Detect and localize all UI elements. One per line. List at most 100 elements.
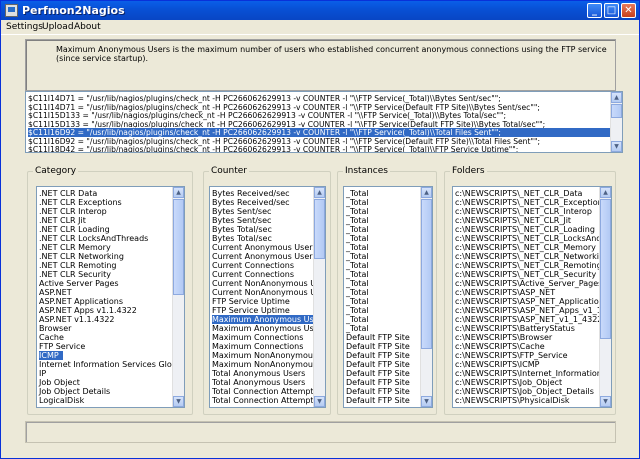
instances-list[interactable]: _Total _Total _Total _Total _Total _Total _Tot… bbox=[343, 186, 433, 408]
instances-list-item[interactable]: _Total bbox=[346, 261, 369, 270]
folders-list-item[interactable]: c:\NEWSCRIPTS\_NET_CLR_Interop bbox=[455, 207, 592, 216]
counter-list-item[interactable]: Maximum Connections bbox=[212, 333, 303, 342]
counter-list-item[interactable]: Bytes Sent/sec bbox=[212, 216, 271, 225]
category-list-item[interactable]: LogicalDisk bbox=[39, 396, 84, 405]
counter-list-item[interactable]: Bytes Total/sec bbox=[212, 225, 272, 234]
category-list-item[interactable]: ASP.NET bbox=[39, 288, 72, 297]
scroll-down-arrow-icon[interactable]: ▼ bbox=[611, 141, 622, 152]
list-scrollbar[interactable]: ▲ ▼ bbox=[172, 187, 184, 407]
scroll-down-arrow-icon[interactable]: ▼ bbox=[173, 396, 184, 407]
folders-list-item[interactable]: c:\NEWSCRIPTS\Active_Server_Pages bbox=[455, 279, 602, 288]
counter-list-item[interactable]: Total Anonymous Users bbox=[212, 378, 305, 387]
category-list[interactable]: .NET CLR Data .NET CLR Exceptions .NET CLR… bbox=[36, 186, 185, 408]
menu-upload[interactable]: Upload bbox=[42, 22, 74, 32]
instances-list-item[interactable]: _Total bbox=[346, 270, 369, 279]
scroll-up-arrow-icon[interactable]: ▲ bbox=[173, 187, 184, 198]
category-list-item[interactable]: .NET CLR Security bbox=[39, 270, 111, 279]
instances-list-item[interactable]: _Total bbox=[346, 297, 369, 306]
counter-list-item[interactable]: Bytes Received/sec bbox=[212, 189, 290, 198]
category-list-item[interactable]: Internet Information Services Global bbox=[39, 360, 184, 369]
menu-about[interactable]: About bbox=[74, 22, 101, 32]
instances-list-item[interactable]: _Total bbox=[346, 324, 369, 333]
scroll-down-arrow-icon[interactable]: ▼ bbox=[421, 396, 432, 407]
title-bar[interactable]: Perfmon2Nagios _ □ ✕ bbox=[1, 1, 639, 20]
counter-list-item[interactable]: Maximum Anonymous Users bbox=[212, 315, 325, 324]
minimize-button[interactable]: _ bbox=[587, 3, 602, 18]
instances-list-item[interactable]: _Total bbox=[346, 189, 369, 198]
category-list-item[interactable]: .NET CLR Networking bbox=[39, 252, 124, 261]
instances-list-item[interactable]: _Total bbox=[346, 279, 369, 288]
folders-list-item[interactable]: c:\NEWSCRIPTS\_NET_CLR_Networking bbox=[455, 252, 609, 261]
folders-list-item[interactable]: c:\NEWSCRIPTS\_NET_CLR_Security bbox=[455, 270, 596, 279]
instances-list-item[interactable]: _Total bbox=[346, 243, 369, 252]
category-list-item[interactable]: Active Server Pages bbox=[39, 279, 119, 288]
folders-list-item[interactable]: c:\NEWSCRIPTS\Job_Object bbox=[455, 378, 562, 387]
scroll-thumb[interactable] bbox=[421, 199, 432, 349]
folders-list-item[interactable]: c:\NEWSCRIPTS\FTP_Service bbox=[455, 351, 568, 360]
instances-list-item[interactable]: _Total bbox=[346, 207, 369, 216]
instances-list-item[interactable]: _Total bbox=[346, 225, 369, 234]
counter-list-item[interactable]: Maximum NonAnonymous Users bbox=[212, 360, 325, 369]
category-list-item[interactable]: .NET CLR Jit bbox=[39, 216, 86, 225]
category-list-item[interactable]: FTP Service bbox=[39, 342, 85, 351]
maximize-button[interactable]: □ bbox=[604, 3, 619, 18]
category-list-item[interactable]: ASP.NET v1.1.4322 bbox=[39, 315, 115, 324]
folders-list-item[interactable]: c:\NEWSCRIPTS\_NET_CLR_Exceptions bbox=[455, 198, 607, 207]
instances-list-item[interactable]: Default FTP Site bbox=[346, 351, 410, 360]
instances-list-item[interactable]: _Total bbox=[346, 306, 369, 315]
folders-list-item[interactable]: c:\NEWSCRIPTS\PhysicalDisk bbox=[455, 396, 570, 405]
counter-list-item[interactable]: Current Anonymous Users bbox=[212, 243, 317, 252]
instances-list-item[interactable]: _Total bbox=[346, 315, 369, 324]
counter-list-item[interactable]: Maximum NonAnonymous Users bbox=[212, 351, 325, 360]
close-button[interactable]: ✕ bbox=[621, 3, 636, 18]
category-list-item[interactable]: Job Object bbox=[39, 378, 80, 387]
folders-list-item[interactable]: c:\NEWSCRIPTS\ASP_NET_Applications bbox=[455, 297, 608, 306]
folders-list[interactable]: c:\NEWSCRIPTS\_NET_CLR_Data c:\NEWSCRIPTS… bbox=[452, 186, 612, 408]
counter-list-item[interactable]: Bytes Total/sec bbox=[212, 234, 272, 243]
counter-list-item[interactable]: Current Connections bbox=[212, 261, 294, 270]
folders-list-item[interactable]: c:\NEWSCRIPTS\ICMP bbox=[455, 360, 539, 369]
category-list-item[interactable]: IP bbox=[39, 369, 46, 378]
scroll-up-arrow-icon[interactable]: ▲ bbox=[421, 187, 432, 198]
category-list-item[interactable]: Browser bbox=[39, 324, 71, 333]
instances-list-item[interactable]: Default FTP Site bbox=[346, 396, 410, 405]
counter-list-item[interactable]: Current NonAnonymous Users bbox=[212, 279, 325, 288]
counter-list-item[interactable]: Current Anonymous Users bbox=[212, 252, 317, 261]
counter-list-item[interactable]: Current Connections bbox=[212, 270, 294, 279]
instances-list-item[interactable]: Default FTP Site bbox=[346, 387, 410, 396]
folders-list-item[interactable]: c:\NEWSCRIPTS\_NET_CLR_Remoting bbox=[455, 261, 602, 270]
counter-list-item[interactable]: Maximum Connections bbox=[212, 342, 303, 351]
category-list-item[interactable]: .NET CLR Data bbox=[39, 189, 97, 198]
folders-list-item[interactable]: c:\NEWSCRIPTS\ASP_NET_Apps_v1_1 bbox=[455, 306, 602, 315]
counter-list-item[interactable]: FTP Service Uptime bbox=[212, 306, 290, 315]
category-list-item[interactable]: .NET CLR LocksAndThreads bbox=[39, 234, 148, 243]
instances-list-item[interactable]: Default FTP Site bbox=[346, 378, 410, 387]
counter-list-item[interactable]: Total Connection Attempts (all in bbox=[212, 387, 325, 396]
instances-list-item[interactable]: _Total bbox=[346, 198, 369, 207]
folders-list-item[interactable]: c:\NEWSCRIPTS\Job_Object_Details bbox=[455, 387, 594, 396]
scroll-thumb[interactable] bbox=[173, 199, 184, 295]
category-list-item[interactable]: .NET CLR Remoting bbox=[39, 261, 116, 270]
list-scrollbar[interactable]: ▲ ▼ bbox=[420, 187, 432, 407]
instances-list-item[interactable]: _Total bbox=[346, 252, 369, 261]
counter-list-item[interactable]: FTP Service Uptime bbox=[212, 297, 290, 306]
folders-list-item[interactable]: c:\NEWSCRIPTS\ASP_NET_v1_1_4322 bbox=[455, 315, 602, 324]
scroll-up-arrow-icon[interactable]: ▲ bbox=[600, 187, 611, 198]
folders-list-item[interactable]: c:\NEWSCRIPTS\_NET_CLR_Memory bbox=[455, 243, 596, 252]
list-scrollbar[interactable]: ▲ ▼ bbox=[599, 187, 611, 407]
category-list-item[interactable]: .NET CLR Memory bbox=[39, 243, 111, 252]
category-list-item[interactable]: .NET CLR Loading bbox=[39, 225, 110, 234]
counter-list-item[interactable]: Bytes Sent/sec bbox=[212, 207, 271, 216]
category-list-item[interactable]: .NET CLR Exceptions bbox=[39, 198, 122, 207]
list-scrollbar[interactable]: ▲ ▼ bbox=[313, 187, 325, 407]
instances-list-item[interactable]: Default FTP Site bbox=[346, 369, 410, 378]
category-list-item[interactable]: ASP.NET Applications bbox=[39, 297, 123, 306]
command-list-scrollbar[interactable]: ▲ ▼ bbox=[610, 92, 622, 152]
category-list-item[interactable]: ASP.NET Apps v1.1.4322 bbox=[39, 306, 137, 315]
command-line[interactable]: $C11I18D42 = "/usr/lib/nagios/plugins/ch… bbox=[28, 145, 610, 152]
instances-list-item[interactable]: Default FTP Site bbox=[346, 333, 410, 342]
category-list-item[interactable]: Job Object Details bbox=[39, 387, 110, 396]
instances-list-item[interactable]: Default FTP Site bbox=[346, 342, 410, 351]
folders-list-item[interactable]: c:\NEWSCRIPTS\Internet_Information_Se bbox=[455, 369, 611, 378]
scroll-up-arrow-icon[interactable]: ▲ bbox=[611, 92, 622, 103]
